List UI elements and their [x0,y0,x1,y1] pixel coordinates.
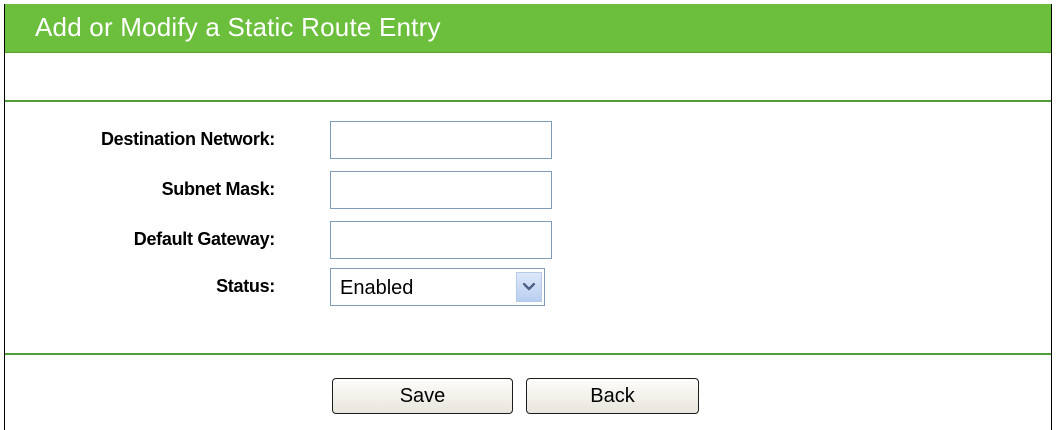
bottom-divider [5,353,1051,355]
static-route-panel: Add or Modify a Static Route Entry Desti… [4,4,1052,430]
default-gateway-label: Default Gateway: [133,229,276,249]
subnet-mask-row: Subnet Mask: [5,171,1051,211]
top-divider [5,100,1051,102]
save-button[interactable]: Save [332,378,513,414]
page-title: Add or Modify a Static Route Entry [35,12,441,42]
status-row: Status: Enabled [5,268,1051,308]
subnet-mask-input[interactable] [330,171,552,209]
subnet-mask-label: Subnet Mask: [161,179,276,199]
chevron-down-icon[interactable] [516,272,542,302]
default-gateway-row: Default Gateway: [5,221,1051,261]
status-label: Status: [216,276,275,296]
destination-network-label: Destination Network: [100,129,275,149]
default-gateway-input[interactable] [330,221,552,259]
back-button[interactable]: Back [526,378,699,414]
status-selected-value: Enabled [340,277,414,299]
destination-network-row: Destination Network: [5,121,1051,161]
panel-header: Add or Modify a Static Route Entry [5,4,1051,53]
status-select[interactable]: Enabled [330,268,545,306]
destination-network-input[interactable] [330,121,552,159]
